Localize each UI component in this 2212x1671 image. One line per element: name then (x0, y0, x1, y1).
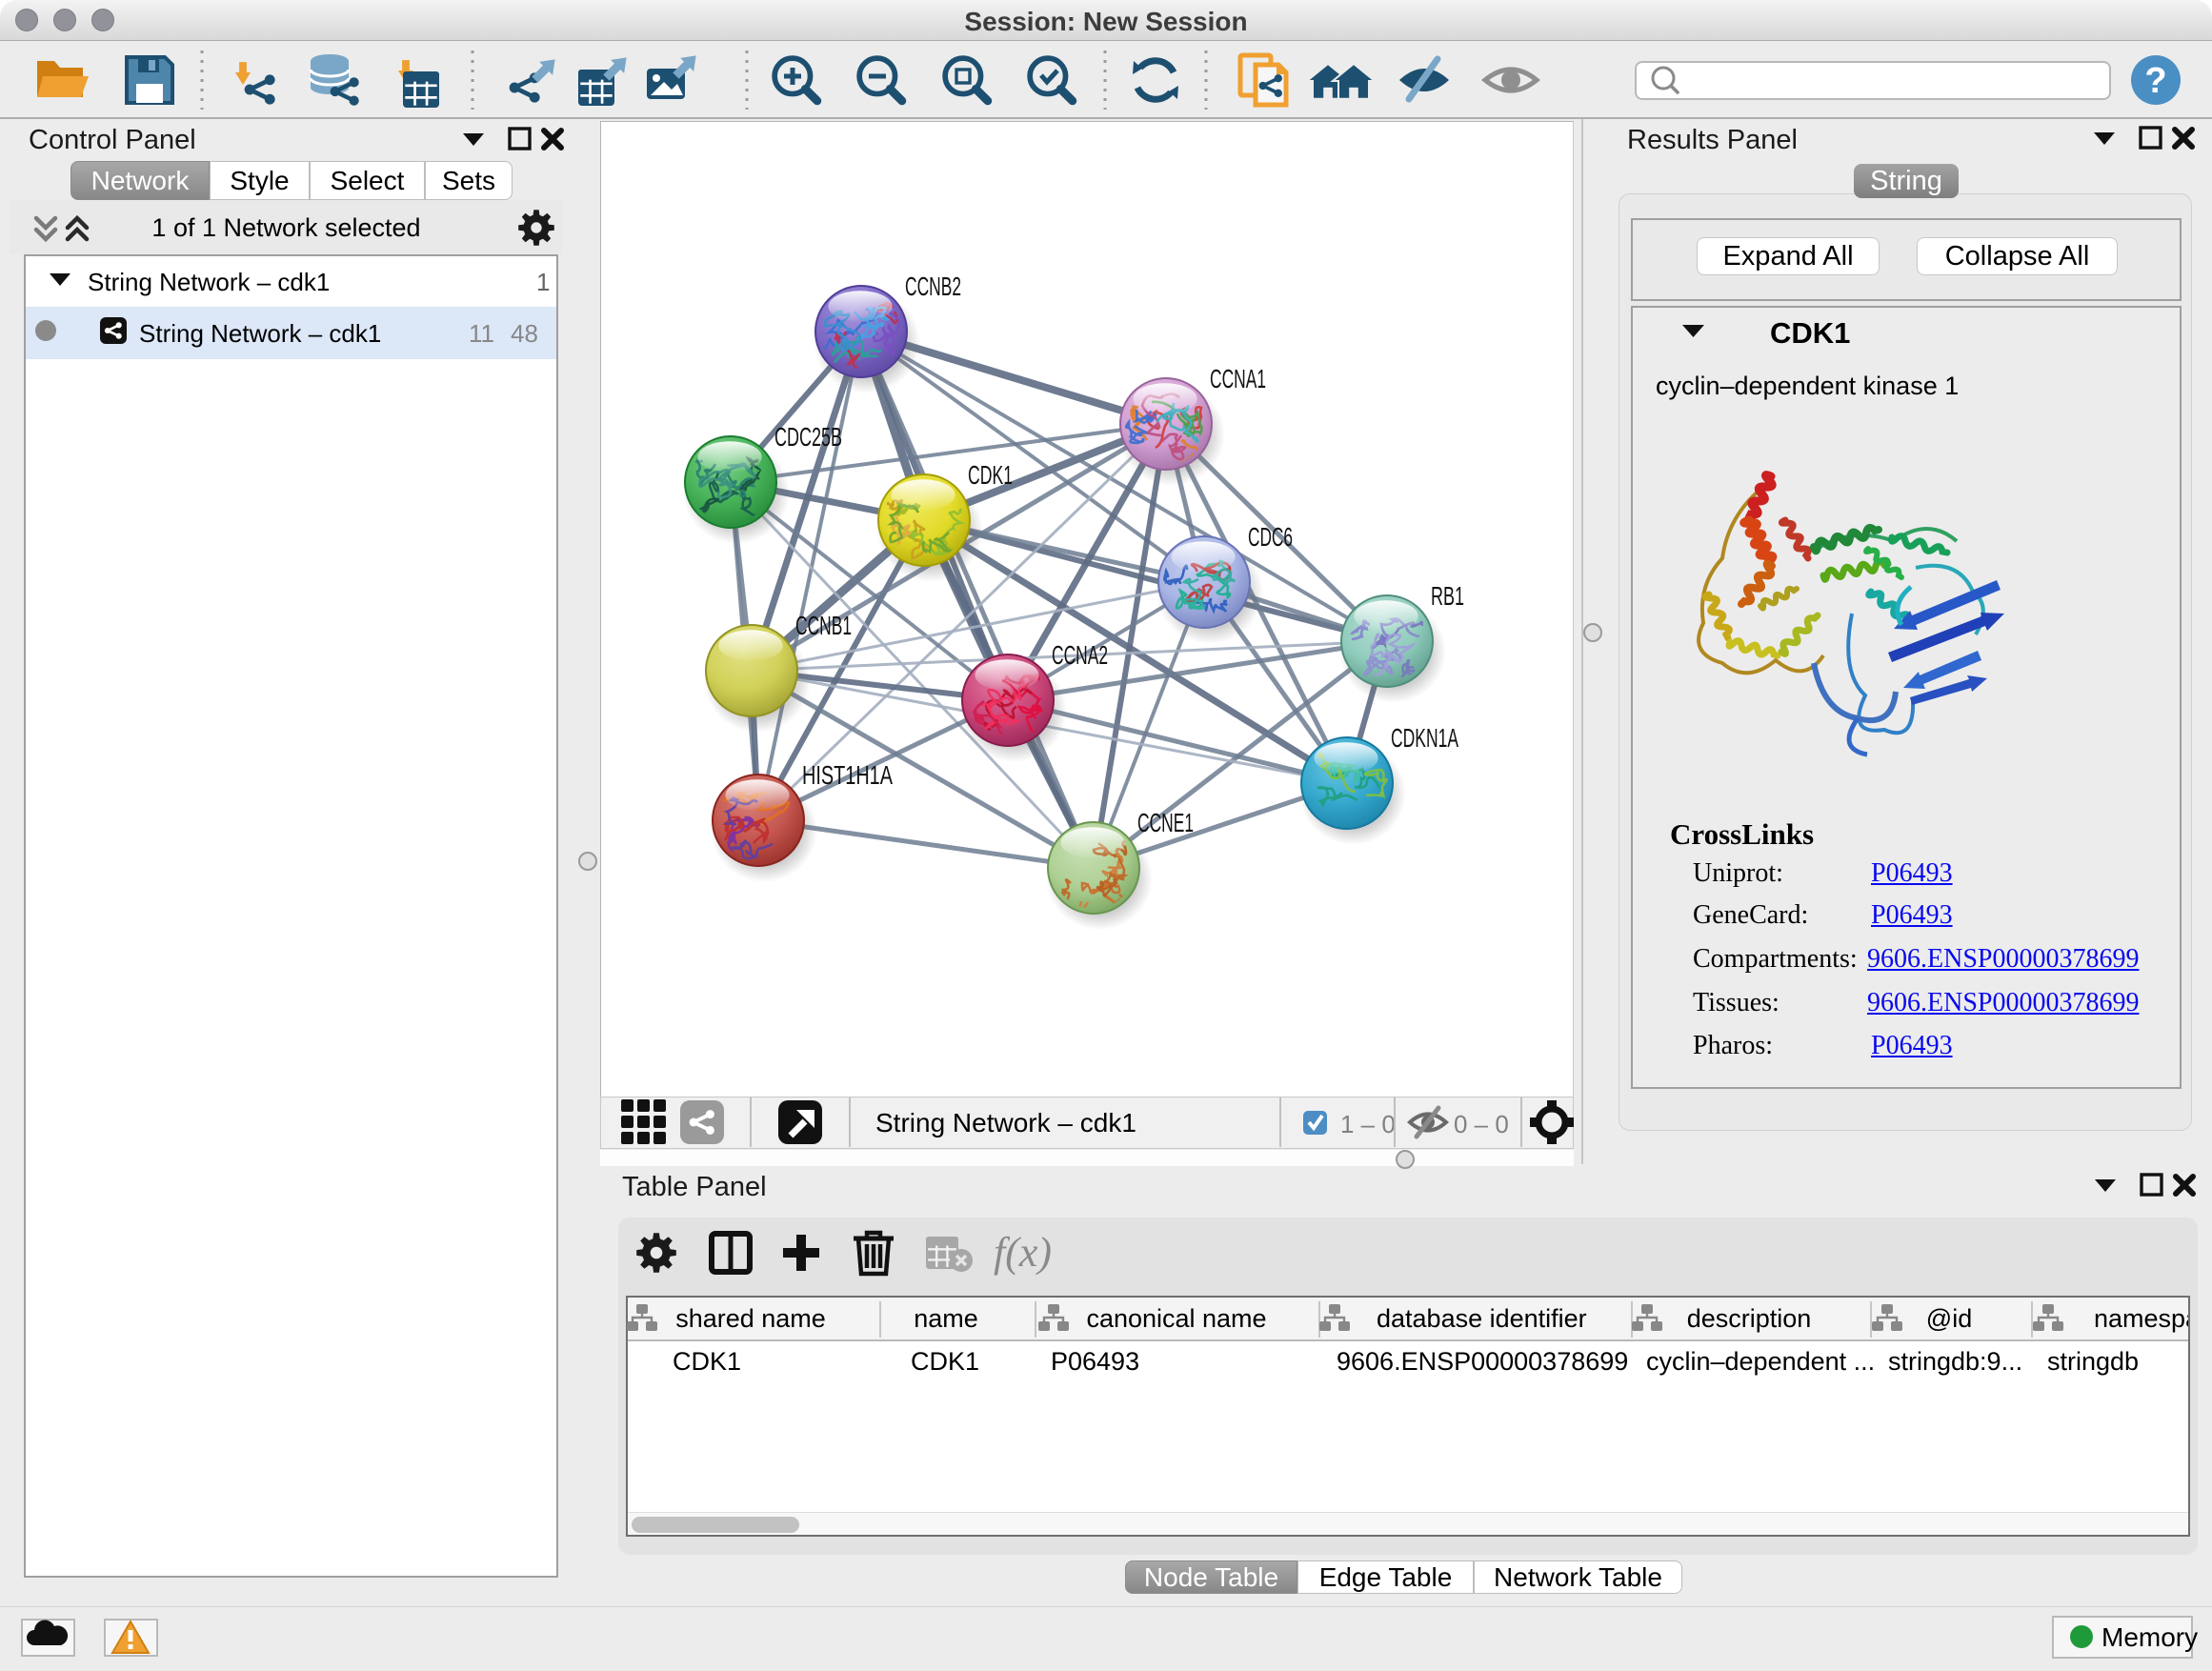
svg-text:CCNB2: CCNB2 (905, 272, 961, 301)
svg-text:CDK1: CDK1 (968, 460, 1013, 490)
svg-text:CDC25B: CDC25B (774, 422, 842, 452)
svg-text:RB1: RB1 (1431, 581, 1464, 611)
svg-text:CCNE1: CCNE1 (1137, 808, 1194, 837)
svg-text:HIST1H1A: HIST1H1A (802, 760, 893, 790)
svg-text:CDKN1A: CDKN1A (1391, 723, 1458, 753)
svg-text:CCNA1: CCNA1 (1210, 364, 1266, 393)
svg-text:CCNA2: CCNA2 (1052, 640, 1108, 670)
svg-text:CCNB1: CCNB1 (795, 611, 852, 640)
svg-text:CDC6: CDC6 (1248, 522, 1293, 552)
